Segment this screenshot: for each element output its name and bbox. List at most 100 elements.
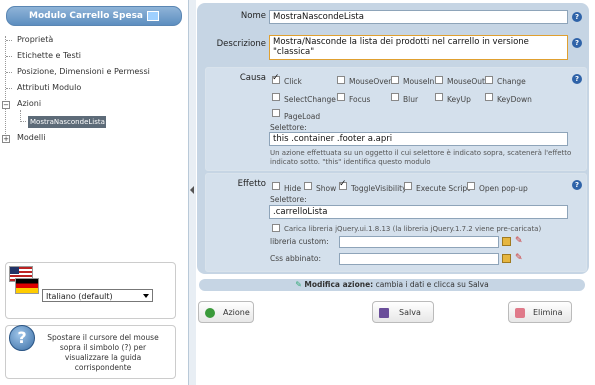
effect-togglevisibility-checkbox[interactable] xyxy=(339,179,347,190)
cause-change-checkbox[interactable] xyxy=(485,76,493,84)
folder-icon[interactable] xyxy=(502,254,511,263)
status-text: cambia i dati e clicca su Salva xyxy=(373,280,489,289)
sidebar-item-posizione[interactable]: Posizione, Dimensioni e Permessi xyxy=(17,67,150,76)
description-field[interactable]: Mostra/Nasconde la lista dei prodotti ne… xyxy=(269,35,568,60)
effect-label: Effetto xyxy=(237,179,266,189)
sidebar-item-label: MostraNascondeLista xyxy=(30,118,105,126)
effect-option-label: Show xyxy=(316,184,337,193)
delete-label: Elimina xyxy=(533,308,563,317)
cause-selectchange-checkbox[interactable] xyxy=(272,93,280,101)
tree-connector xyxy=(6,56,12,57)
sidebar-item-label: Azioni xyxy=(17,99,42,108)
cause-option-label: Click xyxy=(284,77,302,86)
effect-option-label: Hide xyxy=(284,184,302,193)
cause-mousein-checkbox[interactable] xyxy=(391,76,399,84)
help-icon[interactable]: ? xyxy=(572,180,582,190)
sidebar-item-etichette[interactable]: Etichette e Testi xyxy=(17,51,81,60)
edit-icon: ✎ xyxy=(295,280,302,289)
cause-option-label: KeyUp xyxy=(447,95,471,104)
sidebar-title: Modulo Carrello Spesa xyxy=(29,11,143,21)
cause-option-label: Blur xyxy=(403,95,419,104)
german-flag-icon xyxy=(15,278,39,294)
sidebar-item-label: Etichette e Testi xyxy=(17,51,81,60)
selector-label: Selettore: xyxy=(270,123,307,132)
cart-icon xyxy=(147,10,159,21)
cause-keyup-checkbox[interactable] xyxy=(435,93,443,101)
help-text: Spostare il cursore del mouse sopra il s… xyxy=(47,333,159,372)
sidebar-item-label: Posizione, Dimensioni e Permessi xyxy=(17,67,150,76)
effect-show-checkbox[interactable] xyxy=(304,182,312,190)
sidebar-item-label: Proprietà xyxy=(17,35,54,44)
sidebar-item-azioni[interactable]: Azioni xyxy=(17,99,41,108)
folder-icon[interactable] xyxy=(502,237,511,246)
cause-mouseover-checkbox[interactable] xyxy=(337,76,345,84)
language-select[interactable]: Italiano (default) xyxy=(42,289,153,302)
delete-button[interactable]: Elimina xyxy=(508,301,572,323)
selector-label: Selettore: xyxy=(270,195,307,204)
cause-option-label: MouseOver xyxy=(349,77,392,86)
jquery-ui-checkbox[interactable] xyxy=(272,224,280,232)
plus-icon xyxy=(205,308,215,318)
sidebar-item-proprieta[interactable]: Proprietà xyxy=(17,35,53,44)
tree-connector xyxy=(6,72,12,73)
chevron-down-icon xyxy=(143,294,149,298)
status-bold: Modifica azione: xyxy=(304,280,374,289)
custom-lib-field[interactable] xyxy=(339,236,499,248)
cause-option-label: KeyDown xyxy=(497,95,532,104)
save-label: Salva xyxy=(399,308,421,317)
save-disk-icon xyxy=(379,308,389,318)
save-button[interactable]: Salva xyxy=(372,301,434,323)
eraser-icon xyxy=(515,308,525,318)
description-label: Descrizione xyxy=(216,39,266,49)
sidebar-item-label: Modelli xyxy=(17,133,46,142)
cause-note: Un azione effettuata su un oggetto il cu… xyxy=(270,149,572,166)
effect-hide-checkbox[interactable] xyxy=(272,182,280,190)
effect-option-label: Open pop-up xyxy=(479,184,528,193)
effect-selector-field[interactable]: .carrelloLista xyxy=(269,205,568,219)
tree-connector xyxy=(6,88,12,89)
cause-selector-field[interactable]: this .container .footer a.apri xyxy=(269,132,568,146)
sidebar-item-attributi[interactable]: Attributi Modulo xyxy=(17,83,81,92)
css-label: Css abbinato: xyxy=(270,254,322,263)
effect-openpopup-checkbox[interactable] xyxy=(467,182,475,190)
effect-option-label: ToggleVisibility xyxy=(351,184,407,193)
effect-executescript-checkbox[interactable] xyxy=(404,182,412,190)
help-icon: ? xyxy=(9,325,35,351)
cause-option-label: MouseOut xyxy=(447,77,485,86)
collapse-arrow-icon[interactable] xyxy=(190,186,194,194)
cause-click-checkbox[interactable] xyxy=(272,73,280,84)
effect-option-label: Execute Script xyxy=(416,184,471,193)
eraser-icon[interactable]: ✎ xyxy=(515,237,524,246)
cause-mouseout-checkbox[interactable] xyxy=(435,76,443,84)
help-icon[interactable]: ? xyxy=(572,12,582,22)
cause-option-label: Focus xyxy=(349,95,371,104)
help-icon[interactable]: ? xyxy=(572,38,582,48)
cause-blur-checkbox[interactable] xyxy=(391,93,399,101)
language-value: Italiano (default) xyxy=(46,292,113,301)
sidebar-item-label: Attributi Modulo xyxy=(17,83,82,92)
status-bar: ✎ Modifica azione: cambia i dati e clicc… xyxy=(199,279,585,291)
cause-pageload-checkbox[interactable] xyxy=(272,109,280,117)
sidebar-item-mostranascondelista[interactable]: MostraNascondeLista xyxy=(28,116,106,128)
add-action-button[interactable]: Azione xyxy=(198,301,254,323)
cause-option-label: PageLoad xyxy=(284,112,321,121)
tree-line xyxy=(5,36,6,134)
expand-icon[interactable]: + xyxy=(2,135,10,143)
cause-focus-checkbox[interactable] xyxy=(337,93,345,101)
name-field[interactable]: MostraNascondeLista xyxy=(269,10,568,24)
cause-keydown-checkbox[interactable] xyxy=(485,93,493,101)
help-icon[interactable]: ? xyxy=(572,74,582,84)
jquery-ui-label: Carica libreria jQuery.ui.1.8.13 (la lib… xyxy=(284,225,542,233)
cause-option-label: MouseIn xyxy=(403,77,435,86)
css-field[interactable] xyxy=(339,253,499,265)
add-action-label: Azione xyxy=(223,308,250,317)
eraser-icon[interactable]: ✎ xyxy=(515,254,524,263)
cause-label: Causa xyxy=(239,73,266,83)
collapse-icon[interactable]: − xyxy=(2,101,10,109)
name-label: Nome xyxy=(240,11,266,21)
tree-connector xyxy=(6,40,12,41)
custom-lib-label: libreria custom: xyxy=(270,237,329,246)
cause-option-label: Change xyxy=(497,77,526,86)
cause-option-label: SelectChange xyxy=(284,95,336,104)
sidebar-item-modelli[interactable]: Modelli xyxy=(17,133,45,142)
